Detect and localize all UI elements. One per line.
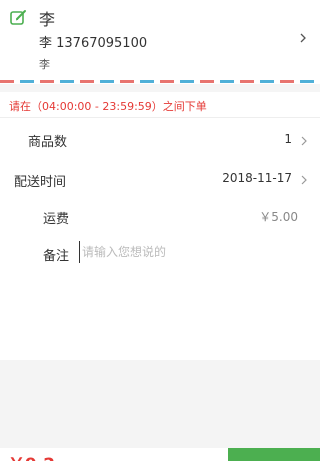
remark-input[interactable] <box>79 241 302 263</box>
address-divider-stripe <box>0 80 320 83</box>
checkout-bar: ￥9.2 <box>0 448 320 461</box>
address-card[interactable]: 李 李 13767095100 李 <box>0 0 320 82</box>
item-count-label: 商品数 <box>28 135 68 150</box>
page-background <box>0 360 320 448</box>
section-gap <box>0 84 320 92</box>
freight-label: 运费 <box>43 212 70 227</box>
chevron-right-icon <box>301 136 307 146</box>
chevron-right-icon <box>300 33 306 43</box>
recipient-address: 李 <box>39 58 50 71</box>
freight-value: ￥5.00 <box>259 210 298 224</box>
delivery-time-value: 2018-11-17 <box>222 171 292 185</box>
order-time-notice: 请在（04:00:00 - 23:59:59）之间下单 <box>9 100 207 113</box>
total-price: ￥9.2 <box>8 450 55 461</box>
item-count-value: 1 <box>284 132 292 146</box>
chevron-right-icon <box>301 175 307 185</box>
recipient-name: 李 <box>39 10 56 29</box>
remark-label: 备注 <box>43 249 70 264</box>
delivery-time-label: 配送时间 <box>14 175 67 190</box>
submit-order-button[interactable] <box>228 448 320 461</box>
divider <box>0 117 320 118</box>
recipient-phone: 李 13767095100 <box>39 36 148 51</box>
edit-icon <box>10 10 26 25</box>
